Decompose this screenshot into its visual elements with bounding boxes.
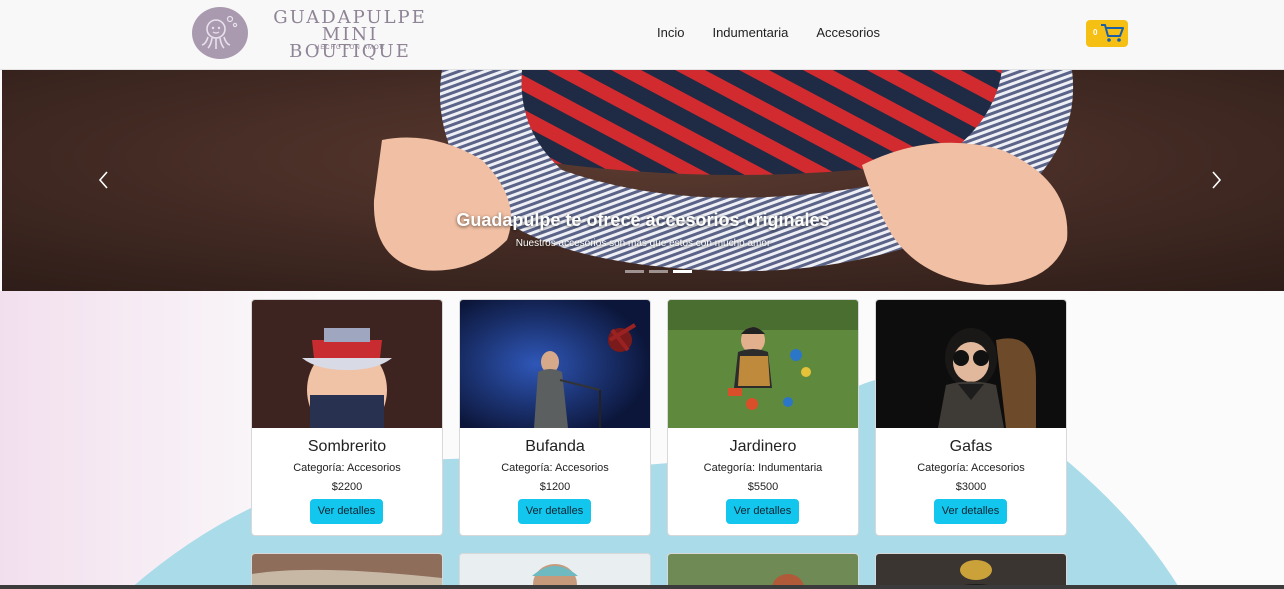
chevron-left-icon [98,171,108,189]
window-bottom-edge [0,585,1284,589]
product-image [252,554,442,589]
carousel-slide-image [2,70,1284,291]
product-price: $3000 [955,481,987,493]
product-name: Gafas [949,438,993,455]
product-image [460,554,650,589]
product-card [875,553,1067,589]
product-name: Bufanda [525,438,585,455]
product-image [876,300,1066,428]
product-category: Categoría: Accesorios [501,462,609,474]
product-name: Sombrerito [307,438,387,455]
carousel-indicators [625,270,692,273]
product-details-button[interactable]: Ver detalles [934,499,1007,524]
product-details-button[interactable]: Ver detalles [726,499,799,524]
product-card: Jardinero Categoría: Indumentaria $5500 … [667,299,859,536]
product-price: $2200 [331,481,363,493]
product-card [667,553,859,589]
cart-button[interactable]: 0 [1086,20,1128,47]
product-card: Bufanda Categoría: Accesorios $1200 Ver … [459,299,651,536]
product-category: Categoría: Accesorios [293,462,401,474]
product-image [252,300,442,428]
product-image [668,554,858,589]
carousel-next-button[interactable] [1204,168,1228,192]
shopping-cart-icon [1101,24,1124,42]
product-details-button[interactable]: Ver detalles [310,499,383,524]
product-card [459,553,651,589]
chevron-right-icon [1212,171,1222,189]
navbar: GUADAPULPE MINI BOUTIQUE HECHO CON AMOR … [0,0,1284,70]
carousel-indicator-1[interactable] [625,270,644,273]
brand-title: GUADAPULPE MINI BOUTIQUE [250,7,450,61]
nav-link-indumentaria[interactable]: Indumentaria [712,25,788,41]
product-image [668,300,858,428]
carousel-prev-button[interactable] [92,168,116,192]
nav-link-inicio[interactable]: Incio [657,25,684,41]
main-nav: Incio Indumentaria Accesorios [657,25,880,41]
product-price: $5500 [747,481,779,493]
brand-logo[interactable]: GUADAPULPE MINI BOUTIQUE HECHO CON AMOR [192,6,462,62]
carousel-indicator-2[interactable] [649,270,668,273]
brand-title-line1: GUADAPULPE MINI [273,7,427,45]
product-name: Jardinero [729,438,797,455]
carousel-caption-subtitle: Nuestros accesorios son más que estos co… [515,238,771,249]
cart-count: 0 [1093,28,1098,37]
octopus-logo-icon [192,7,248,59]
product-category: Categoría: Accesorios [917,462,1025,474]
nav-link-accesorios[interactable]: Accesorios [816,25,880,41]
hero-carousel: Guadapulpe te ofrece accesorios original… [2,70,1284,291]
carousel-caption-title: Guadapulpe te ofrece accesorios original… [456,210,830,230]
brand-tagline: HECHO CON AMOR [314,45,385,51]
product-card: Sombrerito Categoría: Accesorios $2200 V… [251,299,443,536]
product-image [460,300,650,428]
product-category: Categoría: Indumentaria [703,462,823,474]
product-details-button[interactable]: Ver detalles [518,499,591,524]
product-card: Gafas Categoría: Accesorios $3000 Ver de… [875,299,1067,536]
product-price: $1200 [539,481,571,493]
product-image [876,554,1066,589]
product-card [251,553,443,589]
carousel-indicator-3[interactable] [673,270,692,273]
